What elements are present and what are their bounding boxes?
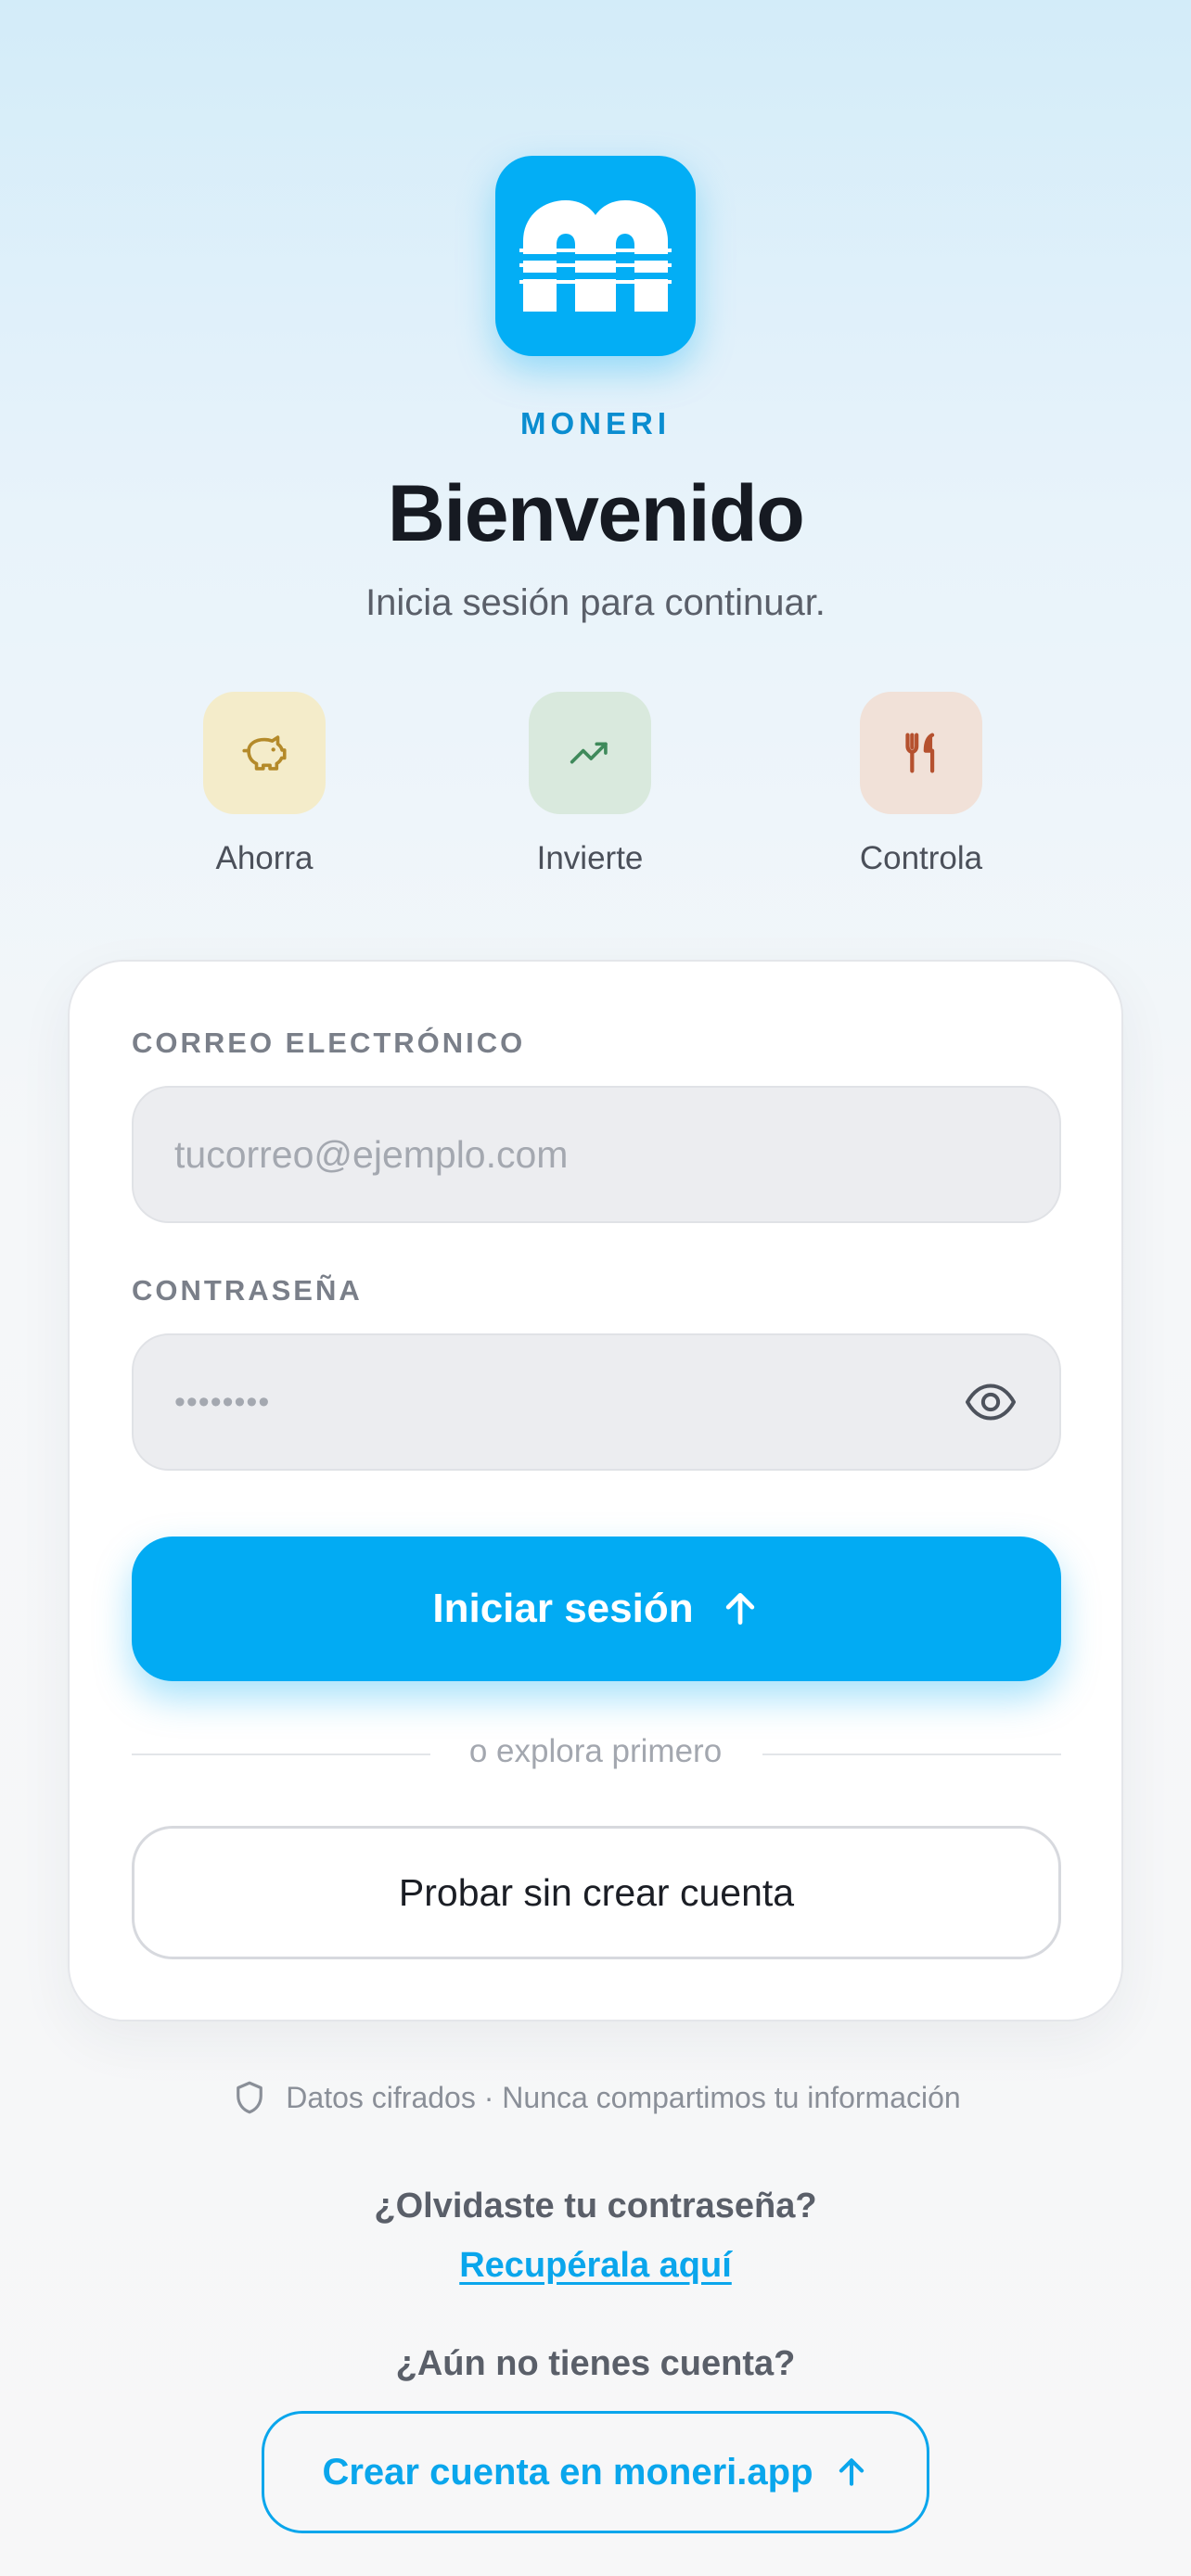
- feature-label: Invierte: [536, 840, 644, 876]
- security-text: Datos cifrados · Nunca compartimos tu in…: [286, 2080, 961, 2114]
- forgot-link-row: Recupérala aquí: [0, 2246, 1191, 2292]
- no-account-question: ¿Aún no tienes cuenta?: [395, 2344, 796, 2383]
- guest-button[interactable]: Probar sin crear cuenta: [132, 1826, 1061, 1959]
- page-subtitle: Inicia sesión para continuar.: [365, 582, 826, 623]
- create-account-button[interactable]: Crear cuenta en moneri.app: [262, 2411, 929, 2533]
- app-logo: [495, 156, 696, 356]
- feature-control: Controla: [800, 692, 1042, 877]
- page-title: Bienvenido: [387, 469, 805, 558]
- feature-label: Ahorra: [215, 840, 314, 876]
- email-label: CORREO ELECTRÓNICO: [132, 1027, 526, 1059]
- password-value: ••••••••: [174, 1384, 271, 1420]
- login-card: CORREO ELECTRÓNICO CONTRASEÑA •••••••• I…: [68, 960, 1123, 2021]
- divider-line-right: [762, 1753, 1061, 1755]
- login-button[interactable]: Iniciar sesión: [132, 1537, 1061, 1681]
- feature-save: Ahorra: [144, 692, 385, 877]
- shield-icon: [237, 2081, 263, 2114]
- feature-label: Controla: [859, 840, 983, 876]
- password-input[interactable]: ••••••••: [132, 1333, 1061, 1471]
- moneri-logo-icon: [519, 200, 672, 312]
- password-label: CONTRASEÑA: [132, 1274, 363, 1307]
- recover-password-link[interactable]: Recupérala aquí: [459, 2246, 732, 2285]
- trending-up-icon: [570, 742, 608, 764]
- piggy-bank-icon: [242, 735, 287, 771]
- guest-button-label: Probar sin crear cuenta: [398, 1870, 795, 1914]
- eye-icon[interactable]: [963, 1374, 1018, 1430]
- login-button-label: Iniciar sesión: [432, 1586, 694, 1631]
- create-account-label: Crear cuenta en moneri.app: [322, 2451, 813, 2493]
- arrow-up-icon: [839, 2458, 864, 2486]
- security-note: Datos cifrados · Nunca compartimos tu in…: [0, 2077, 1191, 2118]
- feature-tile: [203, 692, 326, 814]
- divider-text: o explora primero: [468, 1733, 723, 1769]
- feature-tile: [529, 692, 651, 814]
- feature-tile: [860, 692, 982, 814]
- forgot-password-question: ¿Olvidaste tu contraseña?: [374, 2187, 817, 2225]
- brand-name: MONERI: [520, 406, 671, 440]
- arrow-up-icon: [725, 1592, 754, 1626]
- email-input[interactable]: [132, 1086, 1061, 1223]
- fork-knife-icon: [905, 733, 935, 773]
- feature-invest: Invierte: [469, 692, 711, 877]
